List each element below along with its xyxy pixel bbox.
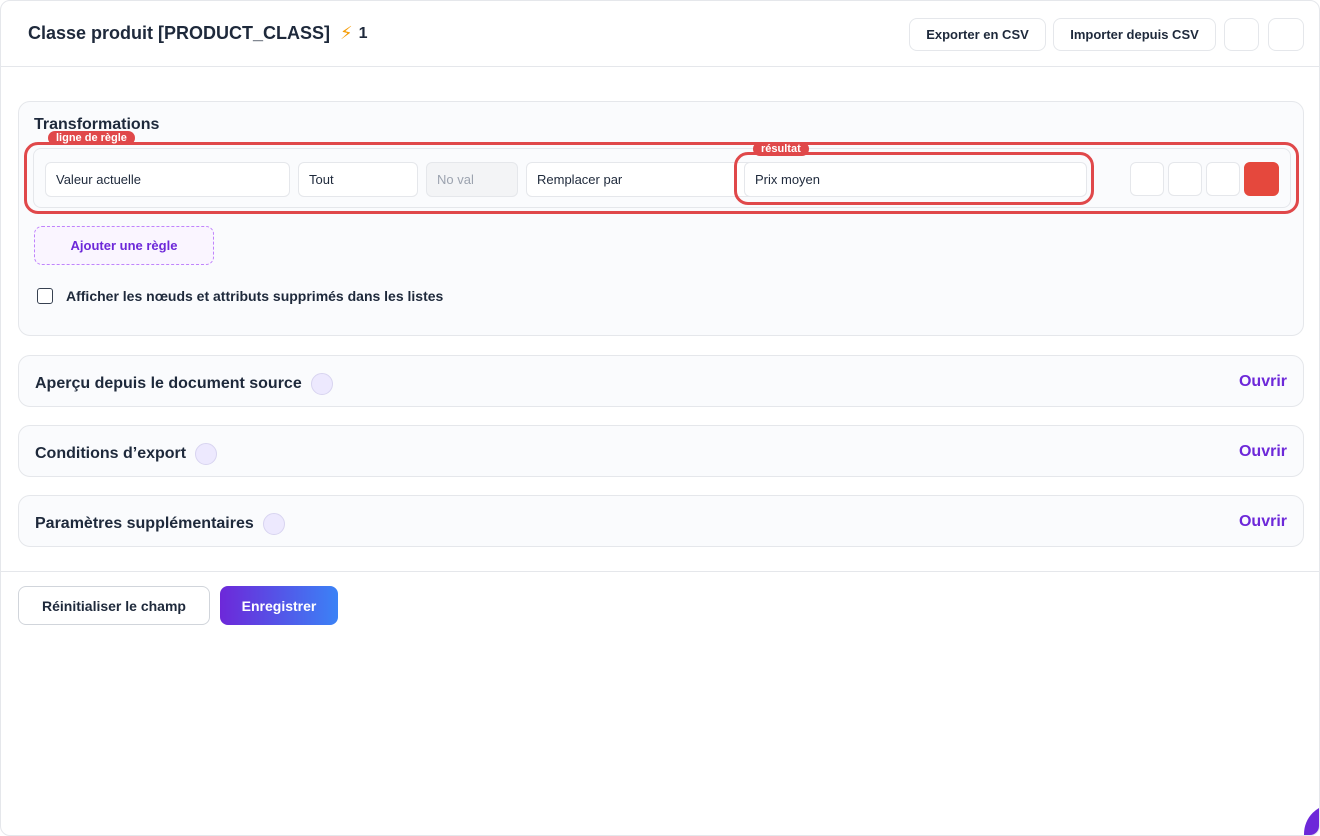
info-badge-icon [262, 513, 285, 535]
footer-divider [1, 571, 1319, 572]
info-badge-icon [195, 443, 218, 465]
show-deleted-checkbox[interactable] [37, 288, 53, 304]
icon-button-1[interactable] [1224, 18, 1259, 51]
value-input[interactable]: No val [426, 162, 518, 197]
add-rule-button[interactable]: Ajouter une règle [34, 226, 214, 265]
info-badge-icon [310, 373, 333, 395]
show-deleted-label: Afficher les nœuds et attributs supprimé… [66, 288, 444, 304]
open-section-button[interactable]: Ouvrir [1239, 443, 1287, 461]
section-title-text: Aperçu depuis le document source [35, 375, 302, 392]
section-title: Aperçu depuis le document source [35, 373, 333, 395]
scope-select[interactable]: Tout [298, 162, 418, 197]
panel-header: Classe produit [PRODUCT_CLASS] ⚡ 1 Expor… [1, 1, 1319, 67]
page-title-text: Classe produit [PRODUCT_CLASS] [28, 23, 331, 43]
section-title: Paramètres supplémentaires [35, 513, 285, 535]
delete-rule-button[interactable] [1244, 162, 1279, 196]
rule-row: Valeur actuelle Tout No val Remplacer pa… [33, 148, 1291, 208]
reset-field-button[interactable]: Réinitialiser le champ [18, 586, 210, 625]
section-title: Conditions d’export [35, 443, 218, 465]
result-tag: résultat [753, 142, 809, 156]
move-up-button[interactable] [1130, 162, 1164, 196]
save-button[interactable]: Enregistrer [220, 586, 338, 625]
field-editor-panel: Classe produit [PRODUCT_CLASS] ⚡ 1 Expor… [0, 0, 1320, 836]
action-select[interactable]: Remplacer par [526, 162, 771, 197]
show-deleted-row: Afficher les nœuds et attributs supprimé… [37, 288, 443, 304]
result-input[interactable]: Prix moyen [744, 162, 1087, 197]
open-section-button[interactable]: Ouvrir [1239, 513, 1287, 531]
import-csv-button[interactable]: Importer depuis CSV [1053, 18, 1216, 51]
transformations-card: Transformations Valeur actuelle Tout No … [18, 101, 1304, 336]
duplicate-button[interactable] [1206, 162, 1240, 196]
chat-launcher-button[interactable] [1304, 804, 1319, 835]
source-select[interactable]: Valeur actuelle [45, 162, 290, 197]
section-title-text: Conditions d’export [35, 445, 187, 462]
rule-count: 1 [358, 24, 368, 42]
export-csv-button[interactable]: Exporter en CSV [909, 18, 1046, 51]
page-title: Classe produit [PRODUCT_CLASS] ⚡ 1 [28, 23, 368, 44]
section-export-conditions[interactable]: Conditions d’export Ouvrir [18, 425, 1304, 477]
section-extra-settings[interactable]: Paramètres supplémentaires Ouvrir [18, 495, 1304, 547]
section-title-text: Paramètres supplémentaires [35, 515, 254, 532]
move-down-button[interactable] [1168, 162, 1202, 196]
icon-button-2[interactable] [1268, 18, 1304, 51]
rule-row-tag: ligne de règle [48, 131, 135, 145]
lightning-icon: ⚡ [340, 23, 353, 43]
open-section-button[interactable]: Ouvrir [1239, 373, 1287, 391]
section-source-preview[interactable]: Aperçu depuis le document source Ouvrir [18, 355, 1304, 407]
